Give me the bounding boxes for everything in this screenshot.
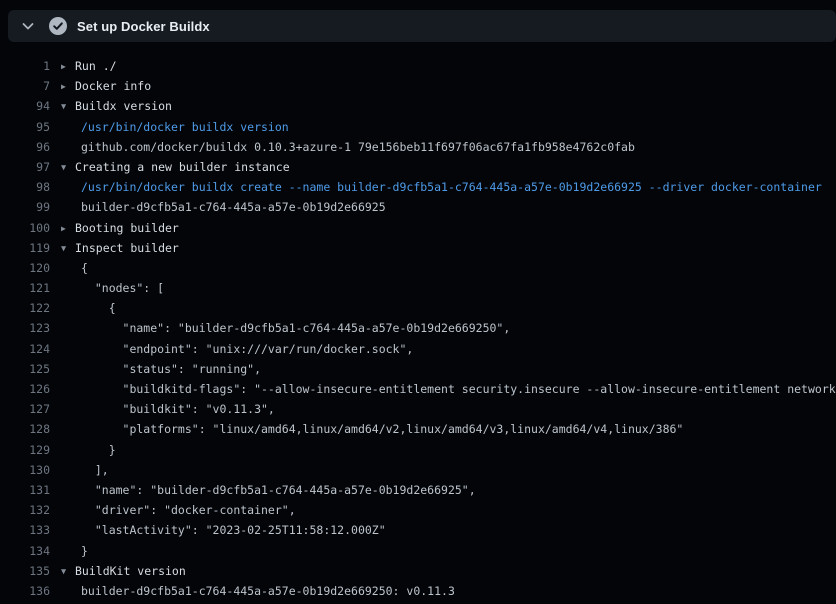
log-line: 129 }	[0, 440, 836, 460]
line-text: github.com/docker/buildx 0.10.3+azure-1 …	[81, 137, 635, 157]
line-number[interactable]: 99	[0, 197, 50, 217]
log-lines: 1 ▶ Run ./ 7 ▶ Docker info 94 ▼ Buildx v…	[0, 56, 836, 601]
line-text: "name": "builder-d9cfb5a1-c764-445a-a57e…	[81, 318, 510, 338]
log-line: 121 "nodes": [	[0, 278, 836, 298]
line-text: "buildkit": "v0.11.3",	[81, 399, 275, 419]
line-text: Creating a new builder instance	[75, 157, 290, 177]
line-number[interactable]: 100	[0, 218, 50, 238]
line-number[interactable]: 96	[0, 137, 50, 157]
line-text: {	[81, 258, 88, 278]
line-number[interactable]: 136	[0, 581, 50, 601]
log-line: 127 "buildkit": "v0.11.3",	[0, 399, 836, 419]
line-text: Booting builder	[75, 218, 179, 238]
chevron-down-icon[interactable]	[20, 18, 36, 34]
log-line: 125 "status": "running",	[0, 359, 836, 379]
log-line: 96 github.com/docker/buildx 0.10.3+azure…	[0, 137, 836, 157]
group-triangle-icon[interactable]: ▼	[61, 158, 75, 178]
log-line: 120 {	[0, 258, 836, 278]
log-line: 95 /usr/bin/docker buildx version	[0, 117, 836, 137]
line-text: builder-d9cfb5a1-c764-445a-a57e-0b19d2e6…	[81, 581, 455, 601]
log-line: 98 /usr/bin/docker buildx create --name …	[0, 177, 836, 197]
line-number[interactable]: 7	[0, 76, 50, 96]
line-number[interactable]: 135	[0, 561, 50, 581]
line-text: /usr/bin/docker buildx version	[81, 117, 289, 137]
line-number[interactable]: 121	[0, 278, 50, 298]
line-text: Run ./	[75, 56, 117, 76]
line-number[interactable]: 126	[0, 379, 50, 399]
line-text: Buildx version	[75, 96, 172, 116]
line-text: builder-d9cfb5a1-c764-445a-a57e-0b19d2e6…	[81, 197, 386, 217]
line-number[interactable]: 124	[0, 339, 50, 359]
log-line: 130 ],	[0, 460, 836, 480]
line-number[interactable]: 94	[0, 96, 50, 116]
line-number[interactable]: 1	[0, 56, 50, 76]
line-number[interactable]: 131	[0, 480, 50, 500]
step-header[interactable]: Set up Docker Buildx	[8, 10, 836, 42]
log-line: 99 builder-d9cfb5a1-c764-445a-a57e-0b19d…	[0, 197, 836, 217]
log-line: 136 builder-d9cfb5a1-c764-445a-a57e-0b19…	[0, 581, 836, 601]
line-text: "nodes": [	[81, 278, 164, 298]
line-text: "driver": "docker-container",	[81, 500, 296, 520]
line-text: "status": "running",	[81, 359, 261, 379]
log-line: 135 ▼ BuildKit version	[0, 561, 836, 581]
line-number[interactable]: 97	[0, 157, 50, 177]
line-number[interactable]: 132	[0, 500, 50, 520]
line-text: "name": "builder-d9cfb5a1-c764-445a-a57e…	[81, 480, 476, 500]
group-triangle-icon[interactable]: ▶	[61, 219, 75, 239]
line-text: "platforms": "linux/amd64,linux/amd64/v2…	[81, 419, 683, 439]
group-triangle-icon[interactable]: ▼	[61, 97, 75, 117]
log-line: 134 }	[0, 541, 836, 561]
group-triangle-icon[interactable]: ▼	[61, 562, 75, 582]
line-number[interactable]: 134	[0, 541, 50, 561]
line-number[interactable]: 129	[0, 440, 50, 460]
step-title: Set up Docker Buildx	[77, 19, 210, 34]
line-number[interactable]: 128	[0, 419, 50, 439]
log-line: 133 "lastActivity": "2023-02-25T11:58:12…	[0, 520, 836, 540]
group-triangle-icon[interactable]: ▼	[61, 239, 75, 259]
line-text: {	[81, 298, 116, 318]
line-text: "lastActivity": "2023-02-25T11:58:12.000…	[81, 520, 386, 540]
line-text: }	[81, 541, 88, 561]
log-line: 97 ▼ Creating a new builder instance	[0, 157, 836, 177]
line-number[interactable]: 130	[0, 460, 50, 480]
line-text: "endpoint": "unix:///var/run/docker.sock…	[81, 339, 413, 359]
log-line: 126 "buildkitd-flags": "--allow-insecure…	[0, 379, 836, 399]
line-number[interactable]: 98	[0, 177, 50, 197]
line-number[interactable]: 123	[0, 318, 50, 338]
line-text: "buildkitd-flags": "--allow-insecure-ent…	[81, 379, 836, 399]
log-line: 94 ▼ Buildx version	[0, 96, 836, 116]
line-number[interactable]: 122	[0, 298, 50, 318]
check-circle-icon	[49, 17, 67, 35]
line-number[interactable]: 125	[0, 359, 50, 379]
log-line: 124 "endpoint": "unix:///var/run/docker.…	[0, 339, 836, 359]
log-line: 1 ▶ Run ./	[0, 56, 836, 76]
line-number[interactable]: 127	[0, 399, 50, 419]
log-line: 128 "platforms": "linux/amd64,linux/amd6…	[0, 419, 836, 439]
group-triangle-icon[interactable]: ▶	[61, 77, 75, 97]
line-number[interactable]: 119	[0, 238, 50, 258]
line-text: Inspect builder	[75, 238, 179, 258]
actions-log-viewer: Set up Docker Buildx 1 ▶ Run ./ 7 ▶ Dock…	[0, 0, 836, 604]
log-line: 132 "driver": "docker-container",	[0, 500, 836, 520]
line-text: ],	[81, 460, 109, 480]
line-text: /usr/bin/docker buildx create --name bui…	[81, 177, 822, 197]
log-line: 122 {	[0, 298, 836, 318]
line-text: Docker info	[75, 76, 151, 96]
line-text: }	[81, 440, 116, 460]
line-number[interactable]: 133	[0, 520, 50, 540]
log-line: 7 ▶ Docker info	[0, 76, 836, 96]
line-number[interactable]: 95	[0, 117, 50, 137]
line-text: BuildKit version	[75, 561, 186, 581]
log-line: 100 ▶ Booting builder	[0, 218, 836, 238]
log-line: 119 ▼ Inspect builder	[0, 238, 836, 258]
log-line: 131 "name": "builder-d9cfb5a1-c764-445a-…	[0, 480, 836, 500]
group-triangle-icon[interactable]: ▶	[61, 57, 75, 77]
log-line: 123 "name": "builder-d9cfb5a1-c764-445a-…	[0, 318, 836, 338]
line-number[interactable]: 120	[0, 258, 50, 278]
